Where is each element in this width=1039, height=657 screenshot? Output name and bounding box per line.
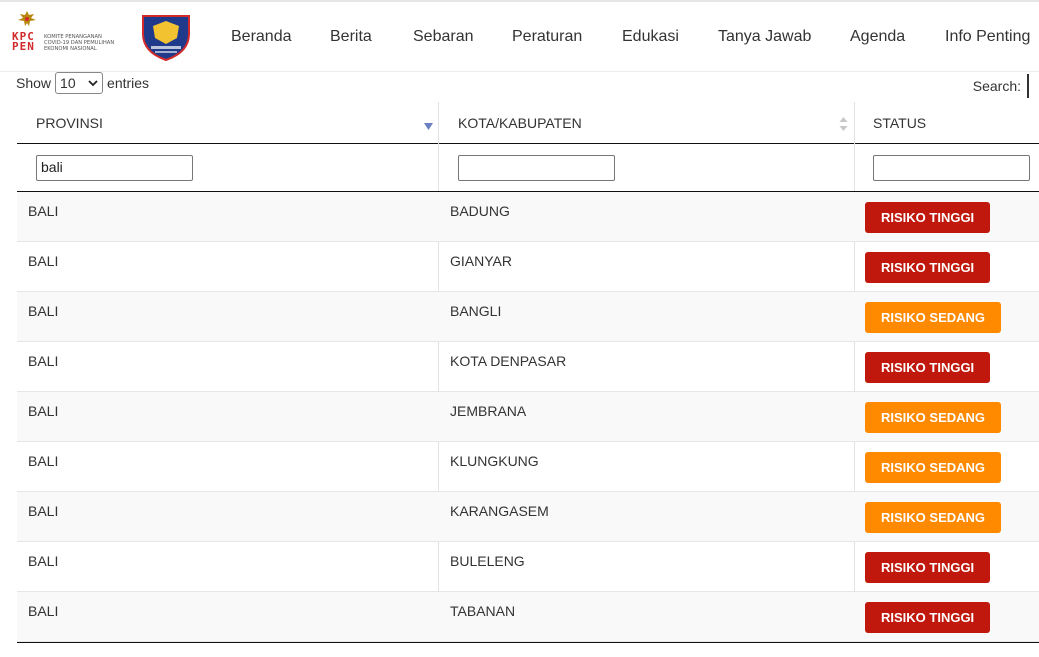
filter-kota-input[interactable]	[458, 155, 615, 181]
nav-tanya-jawab[interactable]: Tanya Jawab	[718, 28, 811, 46]
column-header-kota[interactable]: KOTA/KABUPATEN	[458, 102, 582, 144]
column-label: STATUS	[873, 115, 927, 131]
kpcpen-logo[interactable]: KPC PEN KOMITE PENANGANAN COVID-19 DAN P…	[12, 10, 132, 60]
nav-info-penting[interactable]: Info Penting	[945, 28, 1030, 46]
column-label: PROVINSI	[36, 115, 103, 131]
search-input[interactable]	[1027, 74, 1030, 98]
status-badge: RISIKO TINGGI	[865, 352, 991, 383]
site-header: KPC PEN KOMITE PENANGANAN COVID-19 DAN P…	[0, 2, 1039, 72]
cell-provinsi: BALI	[28, 353, 59, 369]
filter-row: bali	[17, 144, 1039, 192]
status-badge: RISIKO SEDANG	[865, 452, 1002, 483]
table-row: BALI KLUNGKUNG RISIKO SEDANG	[17, 442, 1039, 492]
cell-kota: JEMBRANA	[450, 403, 527, 419]
table-row: BALI KOTA DENPASAR RISIKO TINGGI	[17, 342, 1039, 392]
garuda-icon	[18, 11, 36, 26]
sort-both-icon	[839, 117, 848, 131]
status-badge: RISIKO TINGGI	[865, 552, 991, 583]
nav-berita[interactable]: Berita	[330, 28, 372, 46]
cell-provinsi: BALI	[28, 303, 59, 319]
filter-status-input[interactable]	[873, 155, 1030, 181]
cell-kota: KARANGASEM	[450, 503, 549, 519]
table-row: BALI BULELENG RISIKO TINGGI	[17, 542, 1039, 592]
table-bottom-border	[17, 642, 1039, 643]
satgas-badge-icon[interactable]	[139, 12, 193, 62]
nav-agenda[interactable]: Agenda	[850, 28, 905, 46]
cell-provinsi: BALI	[28, 203, 59, 219]
table-row: BALI BADUNG RISIKO TINGGI	[17, 192, 1039, 242]
cell-provinsi: BALI	[28, 503, 59, 519]
cell-kota: TABANAN	[450, 603, 516, 619]
status-badge: RISIKO SEDANG	[865, 502, 1002, 533]
chevron-down-icon	[88, 79, 98, 86]
sort-desc-icon	[424, 123, 433, 130]
table-header: PROVINSI KOTA/KABUPATEN STATUS	[17, 102, 1039, 144]
cell-kota: BULELENG	[450, 553, 525, 569]
kpcpen-letters: KPC PEN	[12, 30, 35, 53]
cell-kota: BANGLI	[450, 303, 502, 319]
status-badge: RISIKO TINGGI	[865, 602, 991, 633]
nav-sebaran[interactable]: Sebaran	[413, 28, 474, 46]
table-row: BALI GIANYAR RISIKO TINGGI	[17, 242, 1039, 292]
show-label: Show	[16, 75, 52, 91]
status-badge: RISIKO SEDANG	[865, 402, 1002, 433]
cell-provinsi: BALI	[28, 553, 59, 569]
nav-peraturan[interactable]: Peraturan	[512, 28, 582, 46]
table-row: BALI BANGLI RISIKO SEDANG	[17, 292, 1039, 342]
nav-beranda[interactable]: Beranda	[231, 28, 292, 46]
entries-select[interactable]: 10	[55, 72, 104, 94]
cell-provinsi: BALI	[28, 603, 59, 619]
entries-length-control: Show 10 entries	[16, 72, 149, 94]
status-badge: RISIKO TINGGI	[865, 202, 991, 233]
cell-kota: KLUNGKUNG	[450, 453, 539, 469]
column-header-status[interactable]: STATUS	[873, 102, 926, 144]
cell-provinsi: BALI	[28, 253, 59, 269]
entries-select-value: 10	[60, 75, 76, 91]
cell-provinsi: BALI	[28, 403, 59, 419]
cell-provinsi: BALI	[28, 453, 59, 469]
column-header-provinsi[interactable]: PROVINSI	[36, 102, 103, 144]
nav-edukasi[interactable]: Edukasi	[622, 28, 679, 46]
status-badge: RISIKO TINGGI	[865, 252, 991, 283]
filter-provinsi-input[interactable]: bali	[36, 155, 193, 181]
kpcpen-text: KOMITE PENANGANAN COVID-19 DAN PEMULIHAN…	[44, 34, 115, 52]
table-row: BALI JEMBRANA RISIKO SEDANG	[17, 392, 1039, 442]
cell-kota: KOTA DENPASAR	[450, 353, 567, 369]
status-badge: RISIKO SEDANG	[865, 302, 1002, 333]
column-label: KOTA/KABUPATEN	[458, 115, 582, 131]
cell-kota: GIANYAR	[450, 253, 512, 269]
table-row: BALI TABANAN RISIKO TINGGI	[17, 592, 1039, 642]
cell-kota: BADUNG	[450, 203, 510, 219]
search-label: Search:	[972, 78, 1021, 94]
entries-label: entries	[107, 75, 150, 91]
search-control: Search:	[973, 74, 1030, 98]
table-row: BALI KARANGASEM RISIKO SEDANG	[17, 492, 1039, 542]
